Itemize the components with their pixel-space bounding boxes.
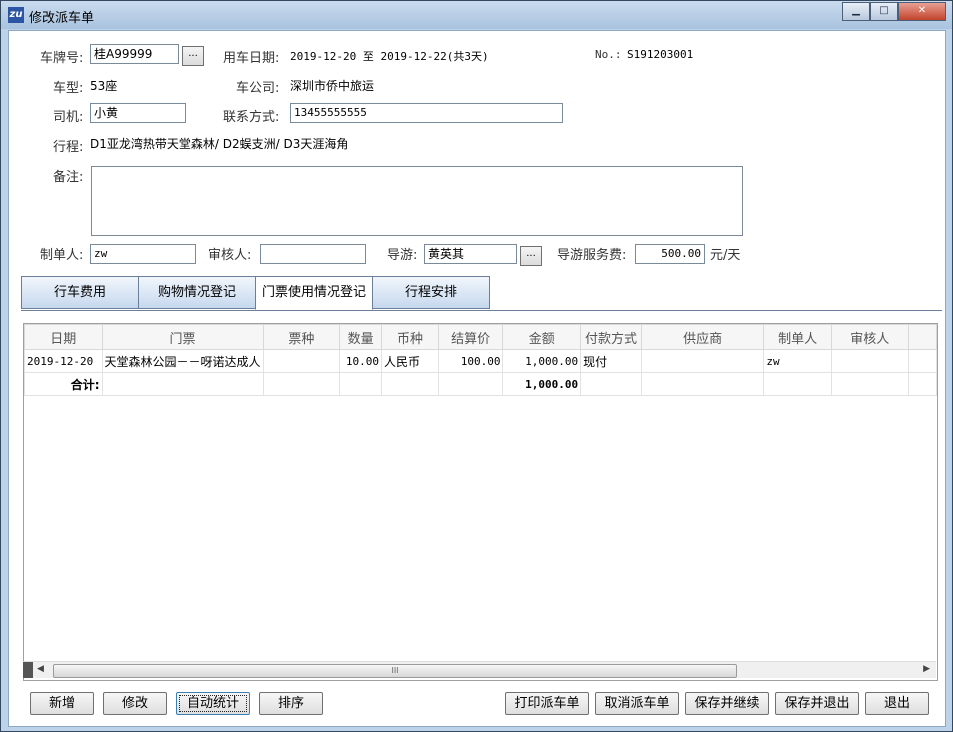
guide-label: 导游: (387, 248, 418, 263)
company-value: 深圳市侨中旅运 (290, 79, 375, 93)
cell-price[interactable]: 100.00 (437, 349, 504, 373)
type-label: 车型: (53, 81, 84, 96)
cell-date[interactable]: 2019-12-20 (24, 349, 103, 373)
scroll-left-icon[interactable]: ◀ (37, 664, 44, 674)
exit-button[interactable]: 退出 (865, 692, 929, 715)
driver-input[interactable]: 小黄 (90, 103, 186, 123)
cell-ticket-type[interactable] (262, 349, 341, 373)
cell-qty[interactable]: 10.00 (339, 349, 383, 373)
cell-ticket[interactable]: 天堂森林公园－－呀诺达成人 (101, 349, 264, 373)
maker-input[interactable]: zw (90, 244, 196, 264)
horizontal-scrollbar[interactable]: ◀ III ▶ (23, 661, 936, 678)
col-header[interactable]: 日期 (24, 324, 103, 350)
remark-textarea[interactable] (91, 166, 743, 236)
scroll-right-icon[interactable]: ▶ (923, 664, 930, 674)
tab-vehicle-cost[interactable]: 行车费用 (21, 276, 139, 309)
fee-label: 导游服务费: (557, 248, 627, 263)
contact-input[interactable]: 13455555555 (290, 103, 563, 123)
maker-label: 制单人: (40, 248, 84, 263)
auditor-label: 审核人: (208, 248, 252, 263)
driver-label: 司机: (53, 110, 84, 125)
edit-button[interactable]: 修改 (103, 692, 167, 715)
minimize-icon[interactable]: ▁ (842, 2, 870, 21)
scrollbar-thumb[interactable]: III (53, 664, 737, 678)
date-label: 用车日期: (223, 51, 280, 66)
fee-unit: 元/天 (710, 248, 741, 263)
company-label: 车公司: (236, 81, 280, 96)
auditor-input[interactable] (260, 244, 366, 264)
ticket-grid[interactable]: 日期 门票 票种 数量 币种 结算价 金额 付款方式 供应商 制单人 审核人 2… (23, 323, 938, 681)
cell-supplier[interactable] (640, 349, 765, 373)
col-header[interactable]: 结算价 (437, 324, 504, 350)
total-amount: 1,000.00 (502, 372, 582, 396)
col-header[interactable]: 票种 (262, 324, 341, 350)
add-button[interactable]: 新增 (30, 692, 94, 715)
auto-stat-button[interactable]: 自动统计 (176, 692, 250, 715)
tab-itinerary[interactable]: 行程安排 (372, 276, 490, 309)
table-total-row: 合计: 1,000.00 (24, 372, 937, 396)
cell-maker[interactable]: zw (763, 349, 832, 373)
save-continue-button[interactable]: 保存并继续 (685, 692, 769, 715)
type-value: 53座 (90, 79, 118, 93)
trip-label: 行程: (53, 140, 84, 155)
cell-auditor[interactable] (830, 349, 909, 373)
col-header[interactable]: 供应商 (640, 324, 765, 350)
col-header[interactable]: 币种 (381, 324, 439, 350)
table-row[interactable]: 2019-12-20 天堂森林公园－－呀诺达成人 10.00 人民币 100.0… (24, 349, 937, 373)
col-header-filler (907, 324, 937, 350)
no-value: S191203001 (627, 48, 694, 61)
cell-payment[interactable]: 现付 (580, 349, 642, 373)
tab-divider (21, 310, 942, 311)
plate-label: 车牌号: (40, 51, 84, 66)
plate-input[interactable]: 桂A99999 (90, 44, 179, 64)
maximize-icon[interactable]: □ (870, 2, 898, 21)
col-header[interactable]: 金额 (502, 324, 582, 350)
col-header[interactable]: 制单人 (763, 324, 832, 350)
cell-amount[interactable]: 1,000.00 (502, 349, 582, 373)
col-header[interactable]: 数量 (339, 324, 383, 350)
tab-ticket-usage[interactable]: 门票使用情况登记 (255, 276, 373, 310)
save-exit-button[interactable]: 保存并退出 (775, 692, 859, 715)
remark-label: 备注: (53, 170, 84, 185)
date-value: 2019-12-20 至 2019-12-22(共3天) (290, 50, 489, 63)
title-bar[interactable]: zu 修改派车单 ▁ □ ✕ (1, 1, 952, 29)
col-header[interactable]: 付款方式 (580, 324, 642, 350)
form-area: 车牌号: 桂A99999 ... 用车日期: 2019-12-20 至 2019… (8, 30, 946, 727)
window-title: 修改派车单 (29, 11, 95, 26)
guide-lookup-button[interactable]: ... (520, 246, 542, 266)
fee-input[interactable]: 500.00 (635, 244, 705, 264)
print-order-button[interactable]: 打印派车单 (505, 692, 589, 715)
col-header[interactable]: 审核人 (830, 324, 909, 350)
sort-button[interactable]: 排序 (259, 692, 323, 715)
no-label: No.: (595, 48, 622, 61)
contact-label: 联系方式: (223, 110, 280, 125)
tab-shopping[interactable]: 购物情况登记 (138, 276, 256, 309)
total-label: 合计: (24, 372, 103, 396)
cancel-order-button[interactable]: 取消派车单 (595, 692, 679, 715)
table-header-row: 日期 门票 票种 数量 币种 结算价 金额 付款方式 供应商 制单人 审核人 (24, 324, 937, 350)
plate-lookup-button[interactable]: ... (182, 46, 204, 66)
trip-value: D1亚龙湾热带天堂森林/ D2蜈支洲/ D3天涯海角 (90, 137, 349, 151)
cell-currency[interactable]: 人民币 (381, 349, 439, 373)
col-header[interactable]: 门票 (101, 324, 264, 350)
main-window: zu 修改派车单 ▁ □ ✕ 车牌号: 桂A99999 ... 用车日期: 20… (0, 0, 953, 732)
ticket-table: 日期 门票 票种 数量 币种 结算价 金额 付款方式 供应商 制单人 审核人 2… (24, 324, 937, 396)
close-icon[interactable]: ✕ (898, 2, 946, 21)
scrollbar-grip-block (23, 662, 33, 678)
app-icon: zu (8, 7, 24, 23)
guide-input[interactable]: 黄英其 (424, 244, 517, 264)
